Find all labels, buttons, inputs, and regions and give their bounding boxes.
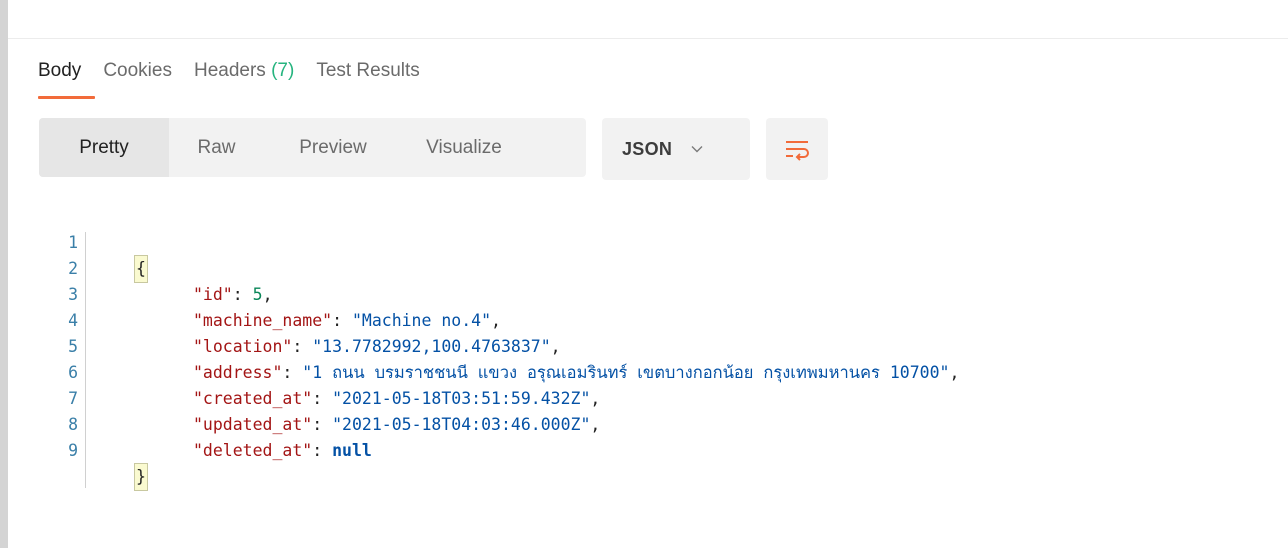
code-line: 2 "id": 5, [60, 230, 272, 304]
json-entry: "id": 5, [193, 282, 273, 308]
json-entry: "location": "13.7782992,100.4763837", [193, 334, 561, 360]
tab-label: Cookies [103, 60, 172, 81]
word-wrap-button[interactable] [766, 118, 828, 180]
headers-count-badge: (7) [271, 60, 295, 81]
json-key: "updated_at" [193, 415, 313, 434]
json-comma: , [590, 389, 601, 408]
close-brace: } [134, 463, 148, 491]
json-entry: "deleted_at": null [193, 438, 372, 464]
code-line: 9 } [60, 412, 148, 491]
json-key: "created_at" [193, 389, 313, 408]
panel-resize-handle[interactable] [0, 0, 8, 548]
view-mode-switcher: Pretty Raw Preview Visualize [39, 118, 586, 177]
json-entry: "address": "1 ถนน บรมราชชนนี แขวง อรุณเอ… [193, 360, 959, 386]
json-key: "location" [193, 337, 293, 356]
json-value: "13.7782992,100.4763837" [312, 337, 551, 356]
tab-label: Body [38, 60, 82, 81]
json-separator: : [312, 415, 333, 434]
view-raw-button[interactable]: Raw [169, 118, 264, 177]
json-key: "machine_name" [193, 311, 333, 330]
format-select[interactable]: JSON [602, 118, 750, 180]
code-line: 7 "updated_at": "2021-05-18T04:03:46.000… [60, 360, 600, 434]
code-line: 1 { [60, 204, 148, 283]
tab-label: Headers [193, 60, 272, 81]
tab-test-results[interactable]: Test Results [316, 58, 419, 102]
format-select-value: JSON [622, 138, 673, 159]
json-comma: , [590, 415, 601, 434]
response-panel: Body Cookies Headers (7) Test Results Pr… [0, 0, 1288, 548]
json-entry: "machine_name": "Machine no.4", [193, 308, 501, 334]
json-separator: : [292, 337, 313, 356]
json-separator: : [312, 441, 333, 460]
code-line: 4 "location": "13.7782992,100.4763837", [60, 282, 561, 356]
open-brace: { [134, 255, 148, 283]
json-entry: "created_at": "2021-05-18T03:51:59.432Z"… [193, 386, 600, 412]
divider [8, 38, 1288, 39]
code-line: 3 "machine_name": "Machine no.4", [60, 256, 501, 330]
json-value: "1 ถนน บรมราชชนนี แขวง อรุณเอมรินทร์ เขต… [302, 363, 950, 382]
json-separator: : [282, 363, 303, 382]
json-separator: : [232, 285, 253, 304]
response-body-code[interactable]: 1 { 2 "id": 5, 3 "machine_name": "Machin… [60, 204, 959, 491]
json-key: "address" [193, 363, 283, 382]
code-line: 8 "deleted_at": null [60, 386, 372, 460]
tab-headers[interactable]: Headers (7) [194, 58, 294, 102]
response-tabs: Body Cookies Headers (7) Test Results [38, 58, 442, 102]
json-comma: , [949, 363, 960, 382]
json-comma: , [491, 311, 501, 330]
json-separator: : [312, 389, 333, 408]
tab-cookies[interactable]: Cookies [103, 58, 172, 102]
code-line: 6 "created_at": "2021-05-18T03:51:59.432… [60, 334, 600, 408]
line-number: 9 [68, 441, 78, 460]
code-line: 5 "address": "1 ถนน บรมราชชนนี แขวง อรุณ… [60, 308, 959, 382]
json-comma: , [550, 337, 561, 356]
json-value: "2021-05-18T03:51:59.432Z" [332, 389, 591, 408]
chevron-down-icon [691, 146, 703, 153]
json-value: "2021-05-18T04:03:46.000Z" [332, 415, 591, 434]
json-value: null [332, 441, 372, 460]
view-visualize-button[interactable]: Visualize [402, 118, 526, 177]
json-key: "id" [193, 285, 233, 304]
word-wrap-icon [786, 141, 809, 161]
json-entry: "updated_at": "2021-05-18T04:03:46.000Z"… [193, 412, 600, 438]
json-value: 5 [252, 285, 263, 304]
view-pretty-button[interactable]: Pretty [39, 118, 169, 177]
json-key: "deleted_at" [193, 441, 313, 460]
view-preview-button[interactable]: Preview [264, 118, 402, 177]
json-separator: : [332, 311, 352, 330]
json-comma: , [262, 285, 273, 304]
tab-body[interactable]: Body [38, 58, 96, 102]
json-value: "Machine no.4" [351, 311, 492, 330]
tab-label: Test Results [316, 60, 420, 81]
